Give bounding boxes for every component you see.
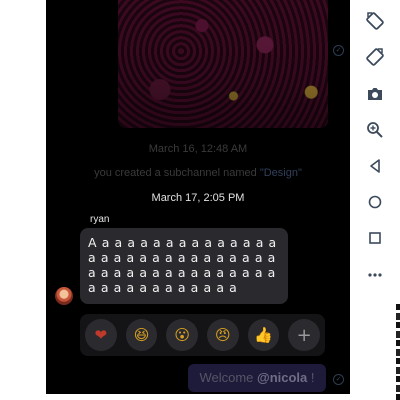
- own-message-suffix: !: [307, 370, 315, 385]
- system-message-text: you created a subchannel named: [94, 167, 260, 179]
- home-icon[interactable]: [362, 189, 388, 215]
- message-composer-edge: [46, 394, 350, 400]
- add-reaction-button[interactable]: +: [288, 319, 321, 351]
- own-message-bubble[interactable]: Welcome @nicola !: [188, 364, 326, 392]
- zoom-in-icon[interactable]: [362, 117, 388, 143]
- system-message: you created a subchannel named "Design": [46, 167, 350, 179]
- more-icon[interactable]: [362, 262, 388, 288]
- delivered-check-icon: ✓: [333, 374, 344, 385]
- date-separator: March 17, 2:05 PM: [151, 192, 245, 204]
- thumbs-up-reaction-button[interactable]: 👍: [247, 319, 280, 351]
- image-attachment[interactable]: [118, 0, 328, 128]
- heart-reaction-button[interactable]: ❤: [85, 319, 117, 351]
- background-window-edge: [396, 304, 400, 400]
- chat-screen: ✓ March 16, 12:48 AM you created a subch…: [46, 0, 350, 400]
- message-bubble[interactable]: A a a a a a a a a a a a a a a a a a a a …: [80, 228, 288, 304]
- rotate-right-icon[interactable]: [362, 44, 388, 70]
- date-separator: March 16, 12:48 AM: [148, 143, 248, 155]
- overview-icon[interactable]: [362, 225, 388, 251]
- surprised-reaction-button[interactable]: 😮: [166, 319, 199, 351]
- sender-name[interactable]: ryan: [90, 214, 109, 225]
- back-icon[interactable]: [362, 153, 388, 179]
- laugh-reaction-button[interactable]: 😆: [125, 319, 158, 351]
- delivered-check-icon: ✓: [333, 45, 344, 56]
- angry-reaction-button[interactable]: 😠: [207, 319, 239, 351]
- own-message-text: Welcome: [199, 370, 258, 385]
- user-mention[interactable]: @nicola: [257, 370, 307, 385]
- subchannel-name[interactable]: "Design": [260, 167, 302, 179]
- camera-icon[interactable]: [362, 81, 388, 107]
- reaction-picker: ❤ 😆 😮 😠 👍 +: [80, 314, 325, 356]
- avatar[interactable]: [55, 287, 73, 305]
- rotate-left-icon[interactable]: [362, 8, 388, 34]
